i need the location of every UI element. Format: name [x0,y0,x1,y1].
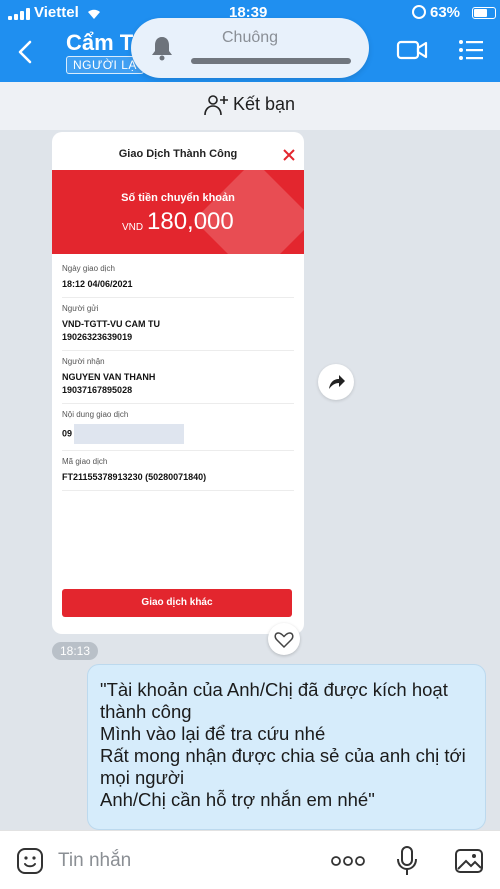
share-arrow-icon [329,375,345,389]
more-icon[interactable] [330,855,366,867]
field-label: Nội dung giao dịch [62,410,129,419]
field-value: 09 [62,428,73,439]
time-chip: 18:13 [52,642,98,660]
receipt-fields: Ngày giao dịch 18:12 04/06/2021 Người gử… [62,258,294,491]
amount-value: 180,000 [147,208,234,235]
list-menu-icon[interactable] [458,38,484,62]
currency: VND [122,222,144,233]
amount-banner: Số tiền chuyển khoản VND 180,000 [52,170,304,254]
react-button[interactable] [268,623,300,655]
receipt-image[interactable]: Giao Dịch Thành Công Số tiền chuyển khoả… [52,132,304,634]
field-value: 18:12 04/06/2021 [62,279,133,289]
add-friend-bar[interactable]: Kết bạn [0,82,500,130]
field-label: Người nhận [62,357,105,366]
carrier-name: Viettel [34,4,79,21]
field-description: Nội dung giao dịch 09 [62,404,294,451]
field-transaction-id: Mã giao dịch FT21155378913230 (502800718… [62,451,294,491]
field-label: Ngày giao dịch [62,264,115,273]
wifi-icon [88,9,100,19]
field-value-account: 19037167895028 [62,385,133,395]
gallery-icon[interactable] [454,847,484,875]
field-value: NGUYEN VAN THANH [62,372,156,382]
message-input[interactable]: Tin nhắn [58,850,131,872]
other-transaction-button: Giao dịch khác [62,589,292,617]
bell-icon [152,37,172,61]
signal-icon [8,8,30,20]
volume-bar [191,58,351,64]
receipt-title: Giao Dịch Thành Công [118,148,238,160]
close-icon [283,149,295,161]
forward-button[interactable] [318,364,354,400]
rotation-lock-icon [412,5,426,19]
back-arrow-icon[interactable] [12,38,40,66]
battery-percent: 63% [430,4,461,21]
amount-label: Số tiền chuyển khoản [121,192,235,204]
field-sender: Người gửi VND-TGTT-VU CAM TU 19026323639… [62,298,294,351]
field-value-account: 19026323639019 [62,332,133,342]
message-input-bar: Tin nhắn [0,830,500,889]
field-value: FT21155378913230 (50280071840) [62,472,207,482]
add-friend-label: Kết bạn [233,94,296,114]
field-label: Mã giao dịch [62,457,108,466]
battery-icon [472,7,496,19]
redaction-box [74,424,185,444]
video-call-icon[interactable] [396,38,428,62]
ringer-pill: Chuông [131,18,369,78]
outgoing-message[interactable]: "Tài khoản của Anh/Chị đã được kích hoạt… [87,664,486,830]
field-value: VND-TGTT-VU CAM TU [62,319,160,329]
field-date: Ngày giao dịch 18:12 04/06/2021 [62,258,294,298]
heart-icon [274,632,294,649]
microphone-icon[interactable] [396,845,418,877]
field-recipient: Người nhận NGUYEN VAN THANH 190371678950… [62,351,294,404]
add-friend-icon [204,95,228,116]
ringer-label: Chuông [222,29,279,46]
emoji-icon[interactable] [16,847,44,875]
field-label: Người gửi [62,304,99,313]
